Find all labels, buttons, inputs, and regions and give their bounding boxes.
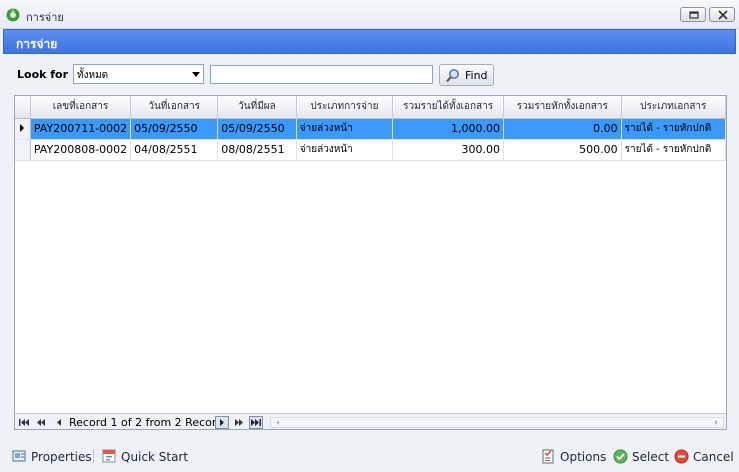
next-page-button[interactable] <box>232 416 246 429</box>
table-cell[interactable]: 08/08/2551 <box>217 139 297 161</box>
table-cell[interactable]: 500.00 <box>503 139 622 161</box>
select-label: Select <box>632 450 670 464</box>
column-header[interactable]: รวมรายหักทั้งเอกสาร <box>503 96 622 119</box>
options-button[interactable]: Options <box>541 448 607 466</box>
search-icon <box>445 68 461 87</box>
restore-button[interactable] <box>680 7 706 22</box>
table-cell[interactable]: 300.00 <box>392 139 505 161</box>
properties-button[interactable]: Properties <box>12 448 92 467</box>
table-row[interactable]: PAY200808-0002 04/08/2551 08/08/2551 จ่า… <box>15 139 726 161</box>
filter-dropdown[interactable]: ทั้งหมด <box>73 64 204 84</box>
table-cell[interactable]: 05/09/2550 <box>130 118 219 140</box>
next-record-button[interactable] <box>215 416 229 429</box>
window-titlebar: การจ่าย <box>0 0 739 29</box>
properties-label: Properties <box>31 450 92 464</box>
previous-page-button[interactable] <box>34 416 48 429</box>
column-header[interactable]: วันที่เอกสาร <box>130 96 219 119</box>
table-cell[interactable]: 05/09/2550 <box>217 118 297 140</box>
previous-record-button[interactable] <box>52 416 66 429</box>
record-navigator: Record 1 of 2 from 2 Records <box>15 413 726 429</box>
app-icon <box>5 7 21 23</box>
cancel-label: Cancel <box>693 450 734 464</box>
table-cell[interactable]: จ่ายล่วงหน้า <box>296 118 394 140</box>
filter-dropdown-value: ทั้งหมด <box>77 70 109 81</box>
table-cell[interactable]: 0.00 <box>503 118 622 140</box>
bottom-toolbar: Properties Quick Start Options Select Ca… <box>0 442 739 472</box>
table-cell[interactable]: PAY200711-0002 <box>30 118 132 140</box>
records-grid: เลขที่เอกสาร วันที่เอกสาร วันที่มีผล ประ… <box>14 95 727 430</box>
look-for-label: Look for <box>17 68 69 81</box>
close-button[interactable] <box>709 7 735 22</box>
find-button-label: Find <box>465 69 488 82</box>
row-indicator <box>15 139 31 161</box>
table-cell[interactable]: จ่ายล่วงหน้า <box>296 139 394 161</box>
table-cell[interactable]: รายได้ - รายหักปกติ <box>621 118 726 140</box>
scroll-right-icon[interactable] <box>711 418 721 427</box>
toolbar-separator <box>93 449 94 463</box>
search-input[interactable] <box>210 65 433 84</box>
table-cell[interactable]: 04/08/2551 <box>130 139 219 161</box>
quick-start-icon <box>102 449 117 467</box>
horizontal-scrollbar[interactable] <box>270 417 724 428</box>
row-indicator <box>15 118 31 140</box>
table-cell[interactable]: รายได้ - รายหักปกติ <box>621 139 726 161</box>
first-record-button[interactable] <box>17 416 31 429</box>
cancel-icon <box>674 449 689 467</box>
table-cell[interactable]: 1,000.00 <box>392 118 505 140</box>
quick-start-button[interactable]: Quick Start <box>102 448 188 467</box>
form-header: การจ่าย <box>3 29 736 54</box>
records-table: เลขที่เอกสาร วันที่เอกสาร วันที่มีผล ประ… <box>15 96 726 161</box>
check-icon <box>613 449 628 467</box>
column-header[interactable]: รวมรายได้ทั้งเอกสาร <box>392 96 505 119</box>
cancel-button[interactable]: Cancel <box>674 448 734 467</box>
column-header[interactable]: วันที่มีผล <box>217 96 297 119</box>
column-header[interactable]: ประเภทการจ่าย <box>296 96 394 119</box>
table-row[interactable]: PAY200711-0002 05/09/2550 05/09/2550 จ่า… <box>15 118 726 140</box>
column-header[interactable]: เลขที่เอกสาร <box>30 96 132 119</box>
options-label: Options <box>560 450 607 464</box>
find-button[interactable]: Find <box>439 64 494 86</box>
record-count-text: Record 1 of 2 from 2 Records <box>69 416 229 429</box>
options-icon <box>541 449 556 467</box>
quick-start-label: Quick Start <box>121 450 189 464</box>
column-header[interactable]: ประเภทเอกสาร <box>621 96 726 119</box>
table-header-row: เลขที่เอกสาร วันที่เอกสาร วันที่มีผล ประ… <box>15 96 726 119</box>
last-record-button[interactable] <box>249 416 263 429</box>
table-cell[interactable]: PAY200808-0002 <box>30 139 132 161</box>
scroll-left-icon[interactable] <box>273 418 283 427</box>
properties-icon <box>12 449 27 467</box>
select-button[interactable]: Select <box>613 448 670 467</box>
window-title: การจ่าย <box>26 11 64 24</box>
row-indicator-header <box>15 96 31 119</box>
chevron-down-icon <box>192 72 200 77</box>
current-row-arrow-icon <box>20 124 25 132</box>
form-header-title: การจ่าย <box>16 37 58 51</box>
